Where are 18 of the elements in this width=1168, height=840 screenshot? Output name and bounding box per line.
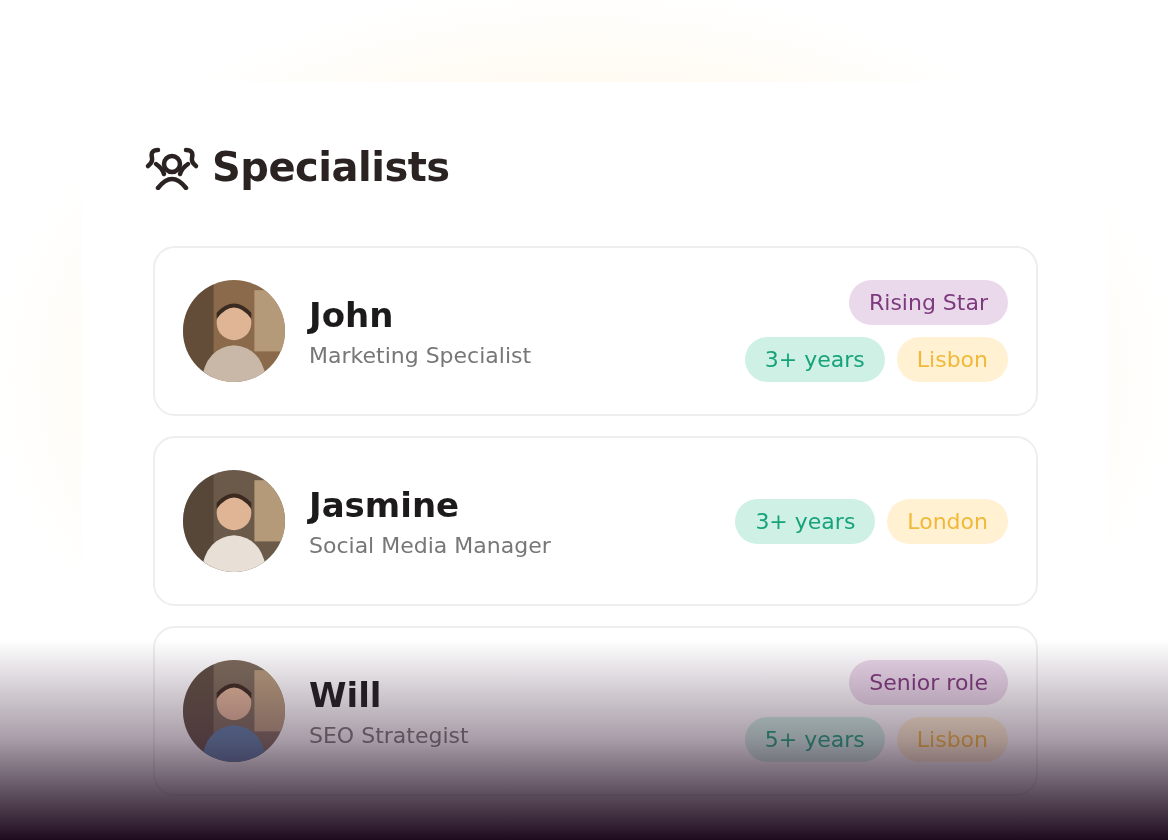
specialist-role: Social Media Manager [309, 532, 552, 558]
specialist-name: John [309, 294, 395, 335]
section-title: Specialists [212, 144, 450, 190]
tag: Lisbon [896, 717, 1008, 762]
specialist-card[interactable]: John Marketing Specialist Rising Star 3+ years Lisbon [153, 246, 1038, 416]
specialist-role: Marketing Specialist [309, 342, 533, 368]
tag: Rising Star [849, 280, 1008, 325]
specialist-card[interactable]: Jasmine Social Media Manager 3+ years London [153, 436, 1038, 606]
specialist-name: Jasmine [309, 484, 461, 525]
tag: 3+ years [744, 337, 885, 382]
specialist-role: SEO Strategist [309, 722, 470, 748]
specialist-name: Will [309, 674, 383, 715]
tag: Lisbon [896, 337, 1008, 382]
tag: Senior role [849, 660, 1008, 705]
tag: 3+ years [735, 498, 876, 544]
tag: 5+ years [744, 717, 885, 762]
specialist-card[interactable]: Will SEO Strategist Senior role 5+ years Lisbon [153, 626, 1038, 796]
tag: London [887, 498, 1008, 544]
